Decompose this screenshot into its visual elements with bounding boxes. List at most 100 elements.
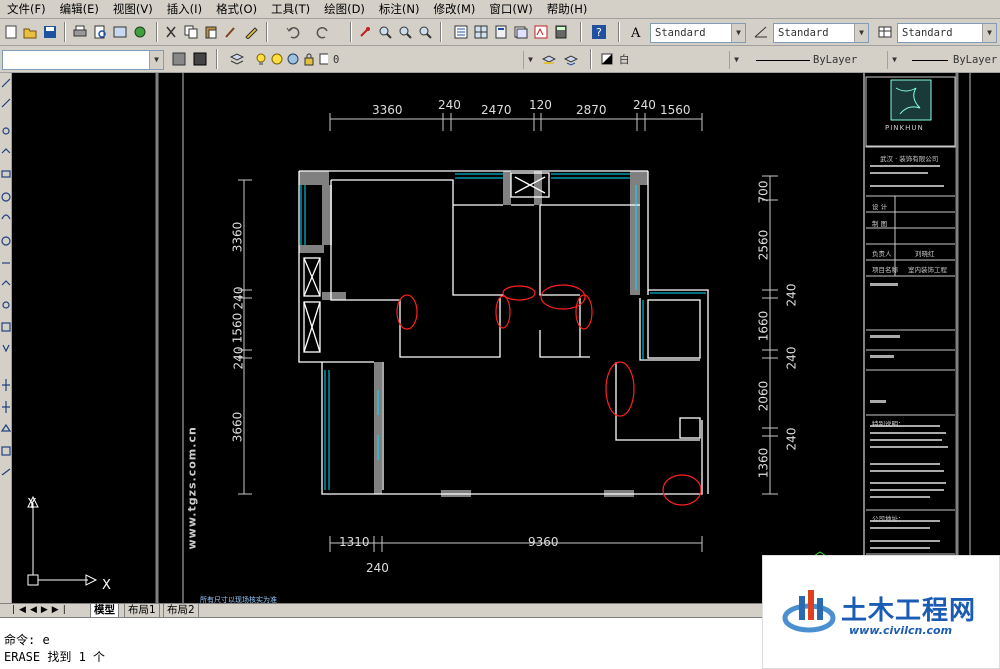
project-value: 室内装饰工程 <box>908 266 947 274</box>
vertical-url-text: www.tgzs.com.cn <box>185 426 199 550</box>
workspace-select[interactable]: ▼ <box>2 50 164 70</box>
right-dim-2: 2560 <box>756 229 771 261</box>
quickcalc-icon[interactable] <box>552 23 570 41</box>
floor-plan-drawing <box>155 73 971 603</box>
menu-tools[interactable]: 工具(T) <box>264 0 317 19</box>
dim-style-select[interactable]: Standard ▼ <box>773 23 869 43</box>
top-dim-1: 3360 <box>372 103 403 117</box>
make-current-layer-icon[interactable] <box>540 50 558 68</box>
draw-toolbar <box>0 73 12 603</box>
ucs-y-label: Y <box>28 497 36 512</box>
redo-icon[interactable] <box>314 23 332 41</box>
paste-icon[interactable] <box>202 23 220 41</box>
tab-model[interactable]: 模型 <box>90 604 119 618</box>
menu-help[interactable]: 帮助(H) <box>540 0 595 19</box>
properties-icon[interactable] <box>452 23 470 41</box>
watermark-title: 土木工程网 <box>841 596 977 626</box>
layer-select[interactable]: 0 ▼ <box>328 50 538 70</box>
company-name: 武汉 · 装饰有限公司 <box>880 155 939 163</box>
dim-style-icon <box>752 23 770 41</box>
top-dim-5: 2870 <box>576 103 607 117</box>
watermark-logo-icon <box>782 590 836 633</box>
logo-text: PINKHUN <box>885 124 924 132</box>
left-dim-5: 3660 <box>230 411 245 443</box>
new-icon[interactable] <box>2 23 20 41</box>
block-editor-icon[interactable] <box>242 23 260 41</box>
top-dim-4: 120 <box>529 98 552 112</box>
table-style-icon <box>876 23 894 41</box>
menu-dimension[interactable]: 标注(N) <box>372 0 427 19</box>
menu-insert[interactable]: 插入(I) <box>160 0 209 19</box>
leader-value: 刘晓红 <box>915 250 935 258</box>
watermark-badge: 土木工程网 www.civilcn.com <box>762 555 1000 669</box>
left-dim-3: 1560 <box>230 312 245 344</box>
color-select[interactable]: 白 ▼ <box>614 50 744 70</box>
menu-edit[interactable]: 编辑(E) <box>53 0 106 19</box>
company-address-label: 公司地址： <box>872 515 905 523</box>
cut-icon[interactable] <box>162 23 180 41</box>
project-label: 项目名称 <box>872 266 898 274</box>
markup-set-icon[interactable] <box>532 23 550 41</box>
top-dim-7: 1560 <box>660 103 691 117</box>
table-style-select[interactable]: Standard ▼ <box>897 23 997 43</box>
tool-palettes-icon[interactable] <box>492 23 510 41</box>
menu-window[interactable]: 窗口(W) <box>482 0 539 19</box>
menu-view[interactable]: 视图(V) <box>106 0 160 19</box>
top-dim-2: 240 <box>438 98 461 112</box>
publish-icon[interactable] <box>111 23 129 41</box>
bottom-dim-3: 240 <box>366 561 389 575</box>
bottom-dim-2: 9360 <box>528 535 559 549</box>
drawing-label: 制 图 <box>872 220 888 228</box>
tab-layout2[interactable]: 布局2 <box>163 604 199 618</box>
sheet-set-icon[interactable] <box>512 23 530 41</box>
leader-label: 负责人 <box>872 250 892 258</box>
zoom-window-icon[interactable] <box>396 23 414 41</box>
right-dim-3: 240 <box>784 283 799 307</box>
draw-tool-icons[interactable] <box>0 73 12 493</box>
help-icon[interactable]: ? <box>590 23 608 41</box>
undo-icon[interactable] <box>284 23 302 41</box>
view-manager-icon[interactable] <box>191 50 209 68</box>
copy-icon[interactable] <box>182 23 200 41</box>
svg-text:?: ? <box>596 26 602 39</box>
watermark-url: www.civilcn.com <box>849 624 953 637</box>
logo-emblem <box>890 79 932 121</box>
drawing-canvas[interactable]: 3360 240 2470 120 2870 240 1560 1310 936… <box>12 73 1000 603</box>
menu-draw[interactable]: 绘图(D) <box>317 0 372 19</box>
tab-nav-arrows[interactable]: |◀◀▶▶| <box>12 605 70 615</box>
text-style-select[interactable]: Standard ▼ <box>650 23 746 43</box>
view-icon[interactable] <box>170 50 188 68</box>
left-dim-1: 3360 <box>230 221 245 253</box>
bottom-dim-1: 1310 <box>339 535 370 549</box>
right-dim-6: 2060 <box>756 380 771 412</box>
footer-note: 所有尺寸以现场核实为准 <box>200 596 277 603</box>
zoom-realtime-icon[interactable] <box>376 23 394 41</box>
match-properties-icon[interactable] <box>222 23 240 41</box>
layer-previous-icon[interactable] <box>562 50 580 68</box>
print-preview-icon[interactable] <box>91 23 109 41</box>
menu-file[interactable]: 文件(F) <box>0 0 53 19</box>
command-history-line-1: 命令: e <box>4 633 50 647</box>
layer-manager-icon[interactable] <box>228 50 246 68</box>
save-icon[interactable] <box>41 23 59 41</box>
left-dim-2: 240 <box>231 286 246 310</box>
right-dim-1: 700 <box>756 180 771 204</box>
pan-icon[interactable] <box>356 23 374 41</box>
menu-format[interactable]: 格式(O) <box>209 0 264 19</box>
right-dim-7: 240 <box>784 427 799 451</box>
left-dim-4: 240 <box>231 346 246 370</box>
right-dim-8: 1360 <box>756 447 771 479</box>
menu-modify[interactable]: 修改(M) <box>427 0 483 19</box>
top-dim-6: 240 <box>633 98 656 112</box>
print-icon[interactable] <box>71 23 89 41</box>
etransmit-icon[interactable] <box>131 23 149 41</box>
zoom-previous-icon[interactable] <box>416 23 434 41</box>
tab-layout1[interactable]: 布局1 <box>124 604 160 618</box>
top-dim-3: 2470 <box>481 103 512 117</box>
design-center-icon[interactable] <box>472 23 490 41</box>
design-label: 设 计 <box>872 203 888 211</box>
ucs-x-label: X <box>102 578 111 593</box>
open-icon[interactable] <box>21 23 39 41</box>
right-dim-4: 1660 <box>756 310 771 342</box>
menu-bar: 文件(F) 编辑(E) 视图(V) 插入(I) 格式(O) 工具(T) 绘图(D… <box>0 0 1000 19</box>
